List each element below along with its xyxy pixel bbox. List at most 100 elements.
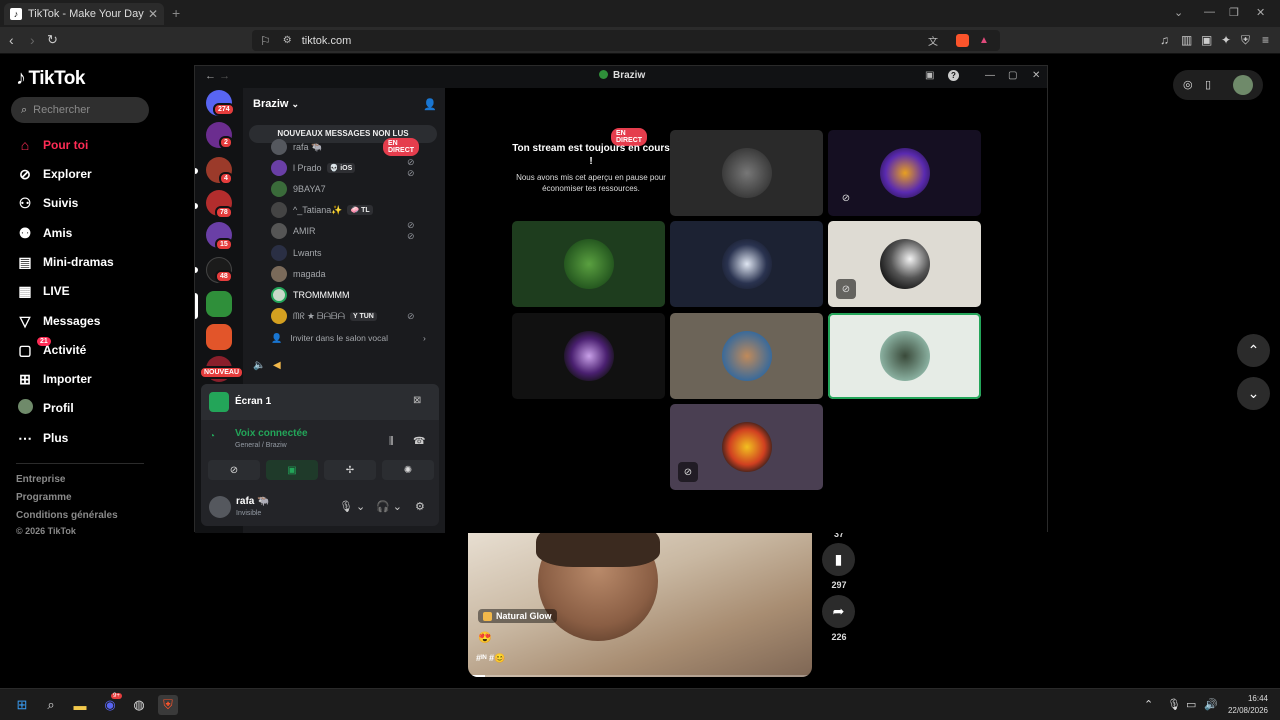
disconnect-icon[interactable]: ☎ [413, 436, 425, 447]
minimize-icon[interactable]: — [1204, 6, 1215, 18]
nav-item-amis[interactable]: ⚉ Amis [16, 223, 73, 243]
close-window-icon[interactable]: ✕ [1256, 6, 1265, 19]
voice-user[interactable]: Lwants [271, 243, 322, 263]
leo-ai-icon[interactable]: ✦ [1221, 33, 1231, 47]
discord-maximize-icon[interactable]: ▢ [1008, 70, 1017, 81]
nav-item-messages[interactable]: ▽ Messages [16, 311, 101, 331]
voice-user[interactable]: ᗰᖇ ★ ᗷᗩᗷᗩ Y TUN ⊘ [271, 306, 415, 326]
invite-to-voice[interactable]: 👤 Inviter dans le salon vocal › [271, 328, 426, 348]
nav-item-activite[interactable]: ▢ 21 Activité [16, 337, 86, 360]
search-input[interactable]: ⌕ Rechercher [11, 97, 149, 123]
sidebar-icon[interactable]: ▥ [1181, 33, 1192, 47]
settings-gear-icon[interactable]: ⚙ [415, 500, 425, 513]
discord-minimize-icon[interactable]: — [985, 70, 995, 81]
participant-tile[interactable] [670, 221, 823, 307]
reload-icon[interactable]: ↻ [47, 32, 58, 48]
wallet-icon[interactable]: ▣ [1201, 33, 1212, 47]
brave-rewards-icon[interactable]: ▲ [979, 35, 989, 46]
search-icon[interactable]: ⌕ [41, 695, 61, 715]
speaker-icon[interactable]: 🔈 [253, 360, 265, 371]
save-button[interactable]: ▮ [822, 543, 855, 576]
menu-icon[interactable]: ≡ [1262, 33, 1269, 47]
taskbar-clock[interactable]: 16:44 22/08/2026 [1222, 693, 1268, 717]
user-avatar[interactable] [1233, 75, 1253, 95]
voice-user-speaking[interactable]: TROMMMMM [271, 285, 349, 305]
participant-tile[interactable] [512, 313, 665, 399]
browser-tab[interactable]: ♪ TikTok - Make Your Day ✕ [4, 3, 164, 25]
participant-tile[interactable] [512, 221, 665, 307]
file-explorer-icon[interactable]: ▬ [70, 695, 90, 715]
effect-tag[interactable]: Natural Glow [478, 609, 557, 623]
footer-link-entreprise[interactable]: Entreprise [16, 474, 65, 485]
volume-icon[interactable]: 🔊 [1204, 698, 1218, 711]
share-button[interactable]: ➦ [822, 595, 855, 628]
camera-off-button[interactable]: ⊘ [208, 460, 260, 480]
voice-channel[interactable]: General / Braziw [235, 442, 287, 449]
app-taskbar-icon[interactable]: ◍ [129, 695, 149, 715]
nav-item-suivis[interactable]: ⚇ Suivis [16, 193, 79, 213]
participant-tile[interactable]: ⊘ [828, 130, 981, 216]
voice-user[interactable]: magada [271, 264, 326, 284]
noise-suppression-icon[interactable]: ⫼ [389, 436, 394, 447]
microphone-icon[interactable]: 🎙 ⌄ [339, 500, 365, 513]
server-icon-braziw[interactable] [206, 291, 232, 317]
participant-tile[interactable]: ⊘ [828, 221, 981, 307]
nav-item-live[interactable]: ▦ LIVE [16, 281, 69, 301]
video-progress[interactable] [468, 675, 812, 677]
soundboard-button[interactable]: ✺ [382, 460, 434, 480]
forward-icon[interactable]: › [30, 32, 35, 48]
participant-tile-speaking[interactable] [828, 313, 981, 399]
stop-stream-icon[interactable]: ⊠ [413, 395, 421, 406]
inbox-icon[interactable]: ▣ [925, 70, 934, 81]
participant-tile[interactable] [670, 130, 823, 216]
video-player[interactable]: Natural Glow 😍 #ᴵᴺ #😊 [468, 531, 812, 677]
new-tab-icon[interactable]: + [172, 5, 180, 21]
nav-item-pour-toi[interactable]: ⌂ Pour toi [16, 135, 89, 155]
discord-back-forward-icon[interactable]: ← → [205, 70, 230, 82]
caption-hashtag[interactable]: #ᴵᴺ #😊 [476, 653, 505, 664]
nav-item-plus[interactable]: ⋯ Plus [16, 428, 68, 448]
scroll-up-button[interactable]: ⌃ [1237, 334, 1270, 367]
voice-user[interactable]: l Prado 💀 iOS ⊘ ⊘ [271, 157, 415, 178]
server-icon[interactable] [206, 324, 232, 350]
activities-button[interactable]: ✢ [324, 460, 376, 480]
bookmark-icon[interactable]: ⚐ [260, 34, 271, 48]
voice-user[interactable]: rafa 🐃 EN DIRECT [271, 137, 420, 157]
brave-taskbar-icon[interactable]: ⛨ [158, 695, 178, 715]
translate-icon[interactable]: 文 [928, 33, 938, 48]
nav-item-importer[interactable]: ⊞ Importer [16, 369, 92, 389]
nav-item-explorer[interactable]: ⊘ Explorer [16, 164, 92, 184]
participant-tile[interactable]: ⊘ [670, 404, 823, 490]
site-info-icon[interactable]: ⚙ [283, 35, 292, 46]
headphones-icon[interactable]: 🎧 ⌄ [376, 500, 402, 513]
voice-user[interactable]: 9BAYA7 [271, 179, 326, 199]
device-icon[interactable]: ▯ [1205, 78, 1211, 91]
restore-icon[interactable]: ❐ [1229, 6, 1239, 19]
server-name[interactable]: Braziw ⌄ [253, 98, 299, 110]
help-icon[interactable]: ? [948, 70, 959, 81]
screen-share-button[interactable]: ▣ [266, 460, 318, 480]
tiktok-logo[interactable]: ♪ TikTok [16, 67, 85, 90]
voice-status[interactable]: Voix connectée [235, 428, 308, 439]
footer-link-conditions[interactable]: Conditions générales [16, 510, 118, 521]
tray-mic-icon[interactable]: 🎙 [1167, 698, 1181, 711]
vpn-shield-icon[interactable]: ⛨ [1241, 33, 1250, 48]
nav-item-mini-dramas[interactable]: ▤ Mini-dramas [16, 252, 113, 272]
voice-user[interactable]: ^_Tatiana✨ 🧼 TL [271, 200, 373, 220]
start-windows-icon[interactable]: ⊞ [12, 695, 32, 715]
coins-icon[interactable]: ◎ [1183, 78, 1193, 91]
discord-close-icon[interactable]: ✕ [1032, 70, 1040, 81]
participant-tile[interactable] [670, 313, 823, 399]
scroll-down-button[interactable]: ⌄ [1237, 377, 1270, 410]
network-icon[interactable]: ▭ [1186, 698, 1196, 711]
brave-shields-icon[interactable] [956, 34, 969, 47]
invite-member-icon[interactable]: 👤 [423, 98, 437, 111]
close-tab-icon[interactable]: ✕ [148, 7, 158, 21]
nav-item-profil[interactable]: Profil [16, 398, 74, 418]
tab-list-chevron-icon[interactable]: ⌄ [1174, 6, 1183, 19]
soundboard-icon[interactable]: ◀ [273, 360, 281, 371]
address-bar[interactable]: ⚐ ⚙ tiktok.com 文 ▲ [252, 30, 1000, 51]
back-icon[interactable]: ‹ [9, 32, 14, 48]
footer-link-programme[interactable]: Programme [16, 492, 72, 503]
tray-chevron-icon[interactable]: ⌃ [1144, 698, 1153, 711]
